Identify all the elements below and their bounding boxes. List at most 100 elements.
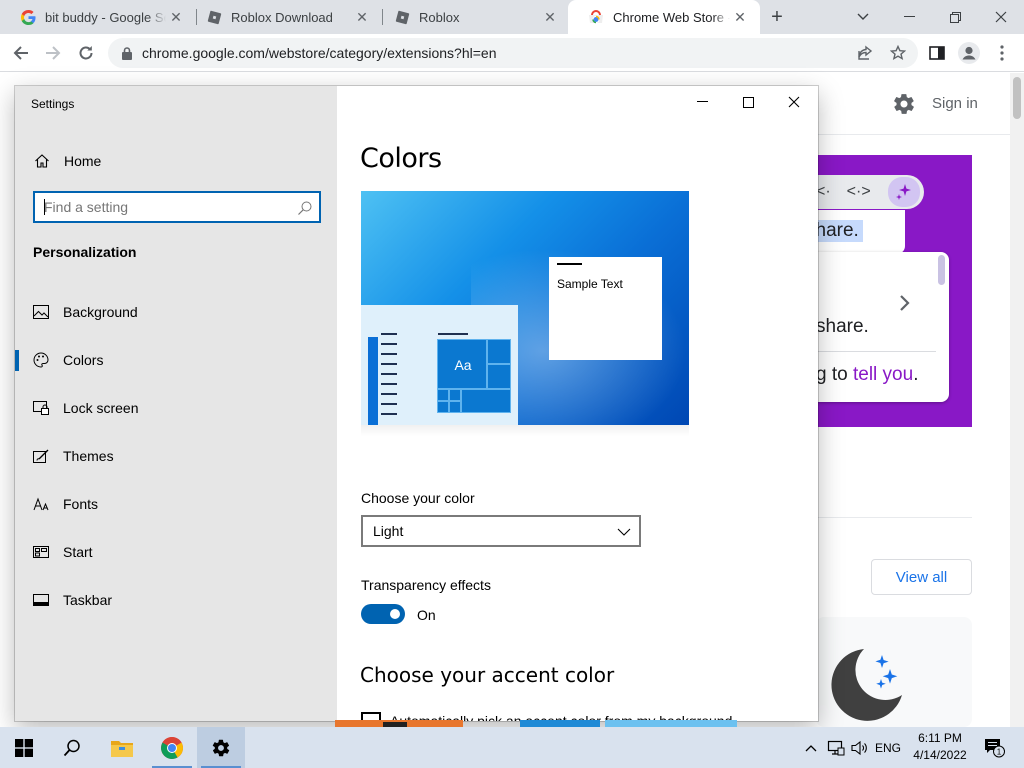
more-vertical-icon <box>1000 45 1004 61</box>
promo-card-top: share. <box>816 210 905 254</box>
toggle-knob <box>390 609 400 619</box>
search-icon <box>63 739 80 756</box>
nav-item-background[interactable]: Background <box>15 292 337 332</box>
close-window-button[interactable] <box>771 86 817 118</box>
tab-roblox-download[interactable]: Roblox Download ✕ <box>186 0 382 34</box>
minimize-icon <box>696 101 708 102</box>
scrollbar-thumb[interactable] <box>1013 77 1021 119</box>
promo-banner[interactable]: <· <·> share. share. g to tell you. <box>816 155 972 427</box>
sign-in-link[interactable]: Sign in <box>932 95 978 112</box>
transparency-toggle[interactable] <box>361 604 405 624</box>
tray-overflow-button[interactable] <box>801 727 821 768</box>
reload-button[interactable] <box>72 39 100 67</box>
preview-tile-large: Aa <box>437 339 487 389</box>
restore-button[interactable] <box>932 0 978 34</box>
transparency-label: Transparency effects <box>361 577 491 593</box>
file-explorer-button[interactable] <box>98 727 146 768</box>
close-window-button[interactable] <box>978 0 1024 34</box>
new-tab-button[interactable]: + <box>765 5 789 29</box>
tab-search-button[interactable] <box>840 0 886 34</box>
nav-item-lock-screen[interactable]: Lock screen <box>15 388 337 428</box>
taskbar-icon <box>32 591 50 609</box>
lock-icon[interactable] <box>120 46 134 60</box>
gear-icon[interactable] <box>892 92 916 116</box>
preview-list-line <box>381 383 397 385</box>
preview-list-line <box>381 363 397 365</box>
nav-item-colors[interactable]: Colors <box>15 340 337 380</box>
page-scrollbar[interactable] <box>1010 73 1024 727</box>
nav-item-start[interactable]: Start <box>15 532 337 572</box>
share-icon[interactable] <box>854 42 876 64</box>
action-center-button[interactable]: 1 <box>980 727 1010 768</box>
tab-roblox[interactable]: Roblox ✕ <box>374 0 570 34</box>
preview-tile <box>487 364 511 389</box>
search-icon[interactable] <box>297 200 313 216</box>
taskbar-search-button[interactable] <box>48 727 96 768</box>
chevron-up-icon <box>805 744 817 751</box>
section-divider <box>816 517 972 518</box>
chrome-web-store-icon <box>588 9 604 25</box>
close-icon[interactable]: ✕ <box>166 7 186 27</box>
maximize-button[interactable] <box>725 86 771 118</box>
network-button[interactable] <box>824 727 848 768</box>
clock[interactable]: 6:11 PM 4/14/2022 <box>906 730 974 764</box>
start-button[interactable] <box>0 727 48 768</box>
volume-button[interactable] <box>849 727 871 768</box>
text-cursor <box>44 199 45 215</box>
preview-list-line <box>381 333 397 335</box>
close-icon[interactable]: ✕ <box>730 7 750 27</box>
minimize-button[interactable] <box>886 0 932 34</box>
promo-line-1: share. <box>816 316 869 337</box>
chrome-taskbar-button[interactable] <box>148 727 196 768</box>
minimize-icon <box>903 16 915 17</box>
language-indicator[interactable]: ENG <box>872 727 904 768</box>
tab-title: Chrome Web Store - Extensions <box>613 9 730 25</box>
browser-tab-strip: bit buddy - Google Search ✕ Roblox Downl… <box>0 0 1024 34</box>
chevron-right-icon <box>898 292 912 314</box>
choose-color-dropdown[interactable]: Light <box>361 515 641 547</box>
profile-button[interactable] <box>955 39 983 67</box>
side-panel-button[interactable] <box>923 39 951 67</box>
accent-section-title: Choose your accent color <box>360 663 615 687</box>
close-icon[interactable]: ✕ <box>540 7 560 27</box>
browser-menu-button[interactable] <box>988 39 1016 67</box>
restore-icon <box>949 11 961 23</box>
address-bar[interactable]: chrome.google.com/webstore/category/exte… <box>108 38 918 68</box>
nav-item-taskbar[interactable]: Taskbar <box>15 580 337 620</box>
nav-item-label: Colors <box>63 352 104 368</box>
promo-line-2-start: g to <box>816 364 853 385</box>
preview-list-line <box>381 403 397 405</box>
settings-sidebar: Settings Home Personalization Background <box>15 86 337 721</box>
back-button[interactable] <box>7 39 35 67</box>
nav-item-label: Themes <box>63 448 114 464</box>
preview-tile-text: Aa <box>454 357 472 373</box>
nav-item-fonts[interactable]: Fonts <box>15 484 337 524</box>
preview-tiles-header <box>438 333 468 335</box>
settings-taskbar-button[interactable] <box>197 727 245 768</box>
tab-title: bit buddy - Google Search <box>45 9 166 25</box>
maximize-icon <box>742 96 754 108</box>
lock-screen-icon <box>32 399 50 417</box>
arrows-expand-icon: <·> <box>846 183 871 200</box>
side-panel-icon <box>929 46 945 60</box>
color-preview: Aa Sample Text <box>361 191 689 425</box>
preview-list-line <box>381 353 397 355</box>
settings-search[interactable] <box>33 191 321 223</box>
nav-item-label: Start <box>63 544 93 560</box>
clock-time: 6:11 PM <box>918 731 962 745</box>
avatar-icon <box>958 42 980 64</box>
forward-button[interactable] <box>39 39 67 67</box>
arrow-left-icon <box>13 46 28 60</box>
search-input[interactable] <box>35 194 285 220</box>
font-icon <box>32 495 50 513</box>
minimize-button[interactable] <box>679 86 725 118</box>
bookmark-star-icon[interactable] <box>887 42 909 64</box>
home-icon <box>33 152 51 170</box>
close-icon[interactable]: ✕ <box>352 7 372 27</box>
view-all-button[interactable]: View all <box>871 559 972 595</box>
nav-item-themes[interactable]: Themes <box>15 436 337 476</box>
tab-chrome-web-store[interactable]: Chrome Web Store - Extensions ✕ <box>568 0 760 34</box>
nav-home[interactable]: Home <box>33 150 101 172</box>
chevron-down-icon <box>617 525 631 537</box>
tab-google-search[interactable]: bit buddy - Google Search ✕ <box>0 0 196 34</box>
